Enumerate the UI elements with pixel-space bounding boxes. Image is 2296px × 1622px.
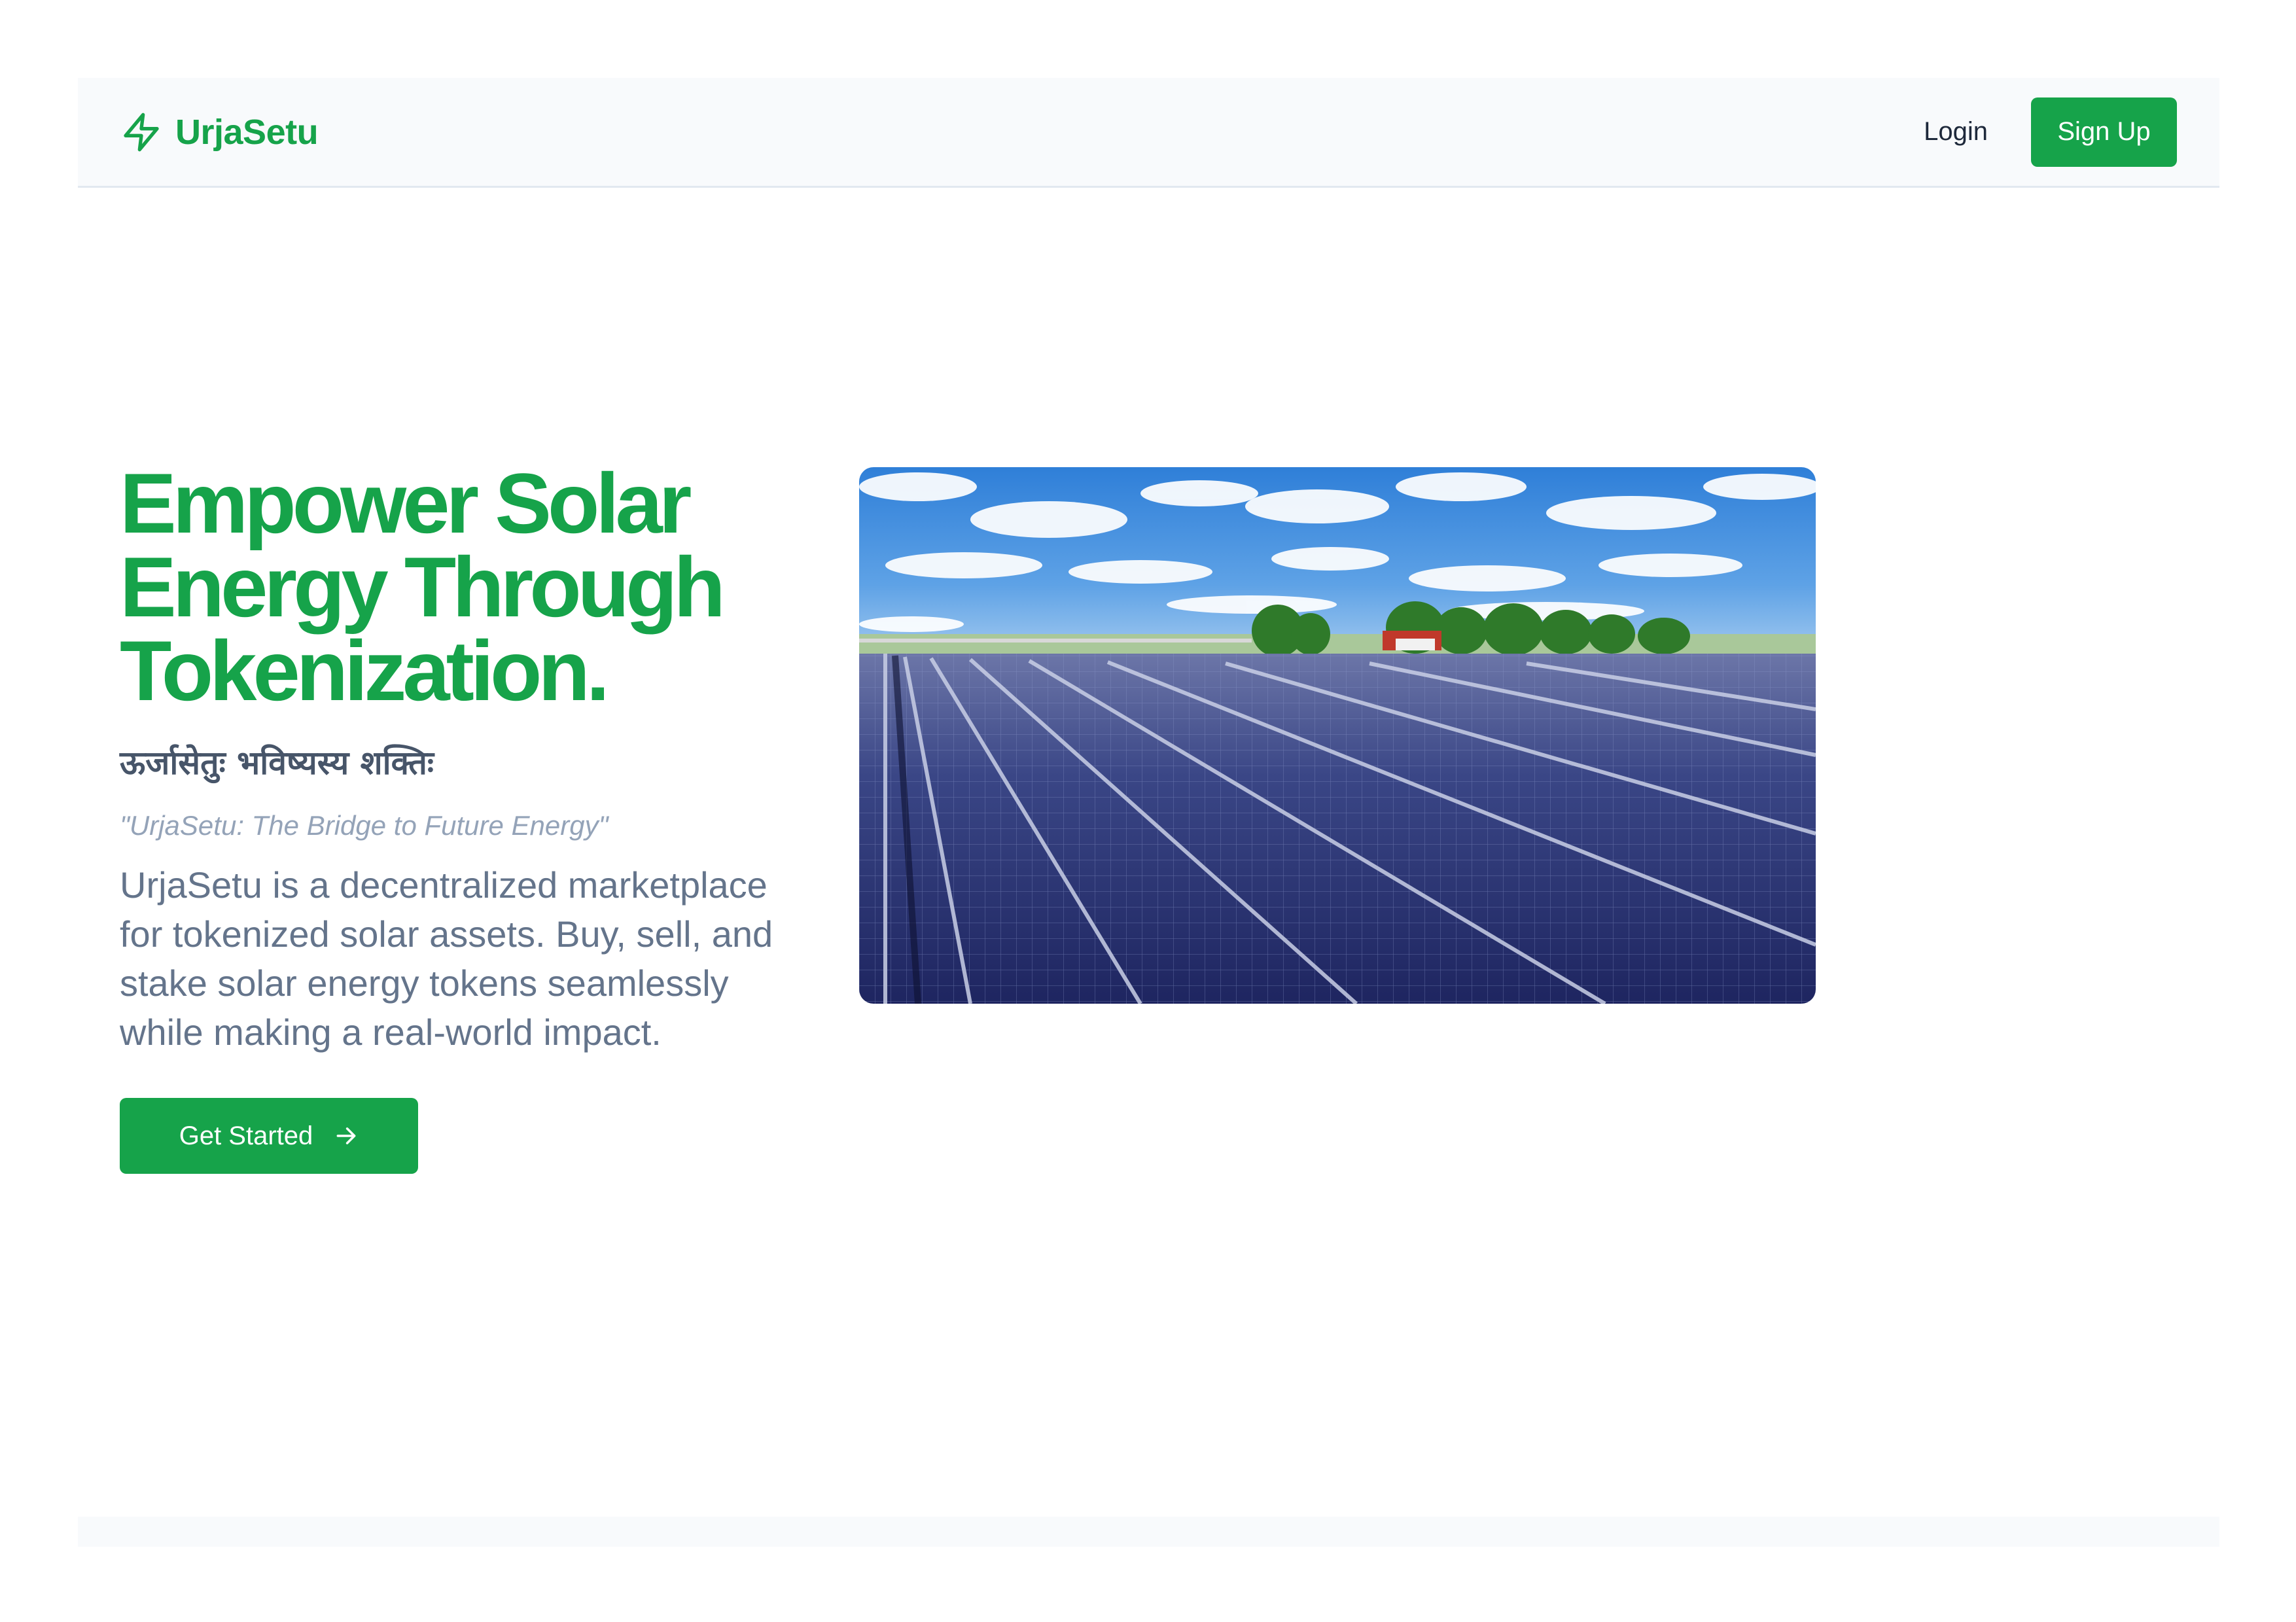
arrow-right-icon (336, 1127, 356, 1144)
brand-name: UrjaSetu (175, 112, 319, 152)
nav-actions: Login Sign Up (1924, 78, 2177, 186)
signup-button[interactable]: Sign Up (2031, 97, 2177, 167)
brand-logo[interactable]: UrjaSetu (120, 78, 319, 186)
get-started-label: Get Started (179, 1121, 313, 1150)
tagline-translation: "UrjaSetu: The Bridge to Future Energy" (120, 810, 609, 841)
hero-headline: Empower Solar Energy Through Tokenizatio… (120, 455, 726, 718)
footer (78, 1517, 2219, 1547)
solar-farm-illustration (859, 467, 1816, 1004)
get-started-button[interactable]: Get Started (120, 1098, 418, 1174)
sanskrit-tagline: ऊर्जासेतुः भविष्यस्य शक्तिः (120, 744, 434, 782)
hero-text: Empower Solar Energy Through Tokenizatio… (120, 461, 813, 1174)
lightning-bolt-icon (124, 113, 159, 151)
login-link[interactable]: Login (1924, 117, 1988, 147)
solar-farm-image (859, 467, 1816, 1004)
hero-description: UrjaSetu is a decentralized marketplace … (120, 864, 773, 1053)
navbar: UrjaSetu Login Sign Up (78, 78, 2219, 188)
